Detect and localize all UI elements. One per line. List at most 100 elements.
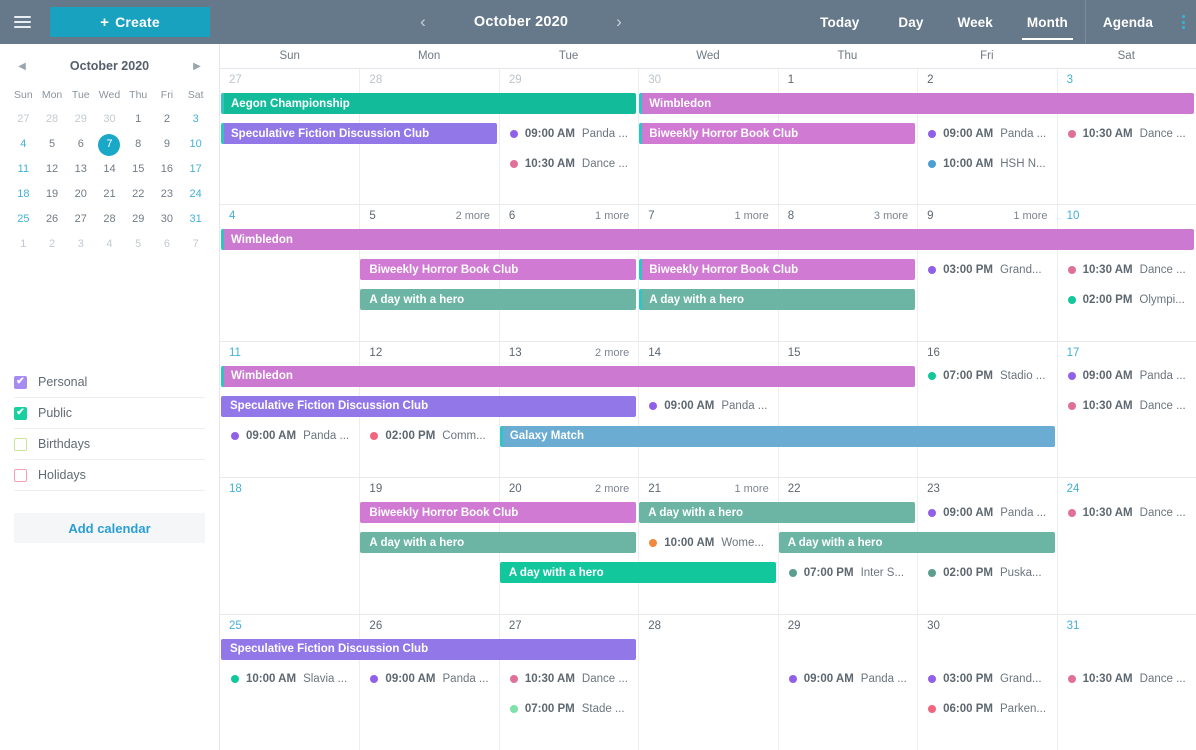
day-header-cell[interactable]: 14 — [638, 341, 777, 364]
hamburger-menu-icon[interactable] — [0, 0, 44, 44]
mini-day[interactable]: 2 — [153, 107, 182, 132]
all-day-event-bar[interactable]: A day with a hero — [499, 562, 776, 584]
mini-day[interactable]: 15 — [124, 157, 153, 182]
day-header-cell[interactable]: 16 — [917, 341, 1056, 364]
more-events-link[interactable]: 1 more — [734, 210, 768, 222]
day-header-cell[interactable]: 30 — [917, 614, 1056, 637]
day-header-cell[interactable]: 28 — [359, 69, 498, 91]
timed-event[interactable]: 09:00 AM Panda ... — [367, 669, 492, 690]
mini-day-selected[interactable]: 7 — [95, 132, 124, 157]
mini-day[interactable]: 4 — [9, 132, 38, 157]
day-header-cell[interactable]: 7 1 more — [638, 205, 777, 228]
day-header-cell[interactable]: 20 2 more — [498, 478, 638, 501]
more-events-link[interactable]: 2 more — [595, 483, 629, 495]
timed-event[interactable]: 03:00 PM Grand... — [925, 669, 1050, 690]
mini-day[interactable]: 29 — [124, 207, 153, 232]
all-day-event-bar[interactable]: A day with a hero — [639, 289, 916, 311]
more-events-link[interactable]: 2 more — [456, 210, 490, 222]
day-header-cell[interactable]: 28 — [638, 614, 777, 637]
mini-day[interactable]: 26 — [38, 207, 67, 232]
mini-day[interactable]: 5 — [38, 132, 67, 157]
timed-event[interactable]: 09:00 AM Panda ... — [786, 669, 911, 690]
mini-prev-month-icon[interactable]: ◀ — [14, 61, 30, 72]
all-day-event-bar[interactable]: Biweekly Horror Book Club — [639, 123, 916, 144]
mini-day[interactable]: 27 — [9, 107, 38, 132]
day-header-cell[interactable]: 29 — [777, 614, 917, 637]
mini-day[interactable]: 30 — [95, 107, 124, 132]
day-cell[interactable] — [777, 636, 917, 750]
calendar-checkbox-holidays[interactable] — [14, 468, 27, 482]
calendar-item-birthdays[interactable]: Birthdays — [14, 429, 205, 460]
mini-day[interactable]: 4 — [95, 232, 124, 257]
calendar-item-personal[interactable]: ✔ Personal — [14, 367, 205, 398]
day-header-cell[interactable]: 22 — [777, 478, 917, 501]
more-events-link[interactable]: 1 more — [734, 483, 768, 495]
day-header-cell[interactable]: 18 — [220, 478, 359, 500]
timed-event[interactable]: 07:00 PM Stade ... — [507, 699, 632, 720]
day-header-cell[interactable]: 31 — [1056, 614, 1196, 637]
mini-day[interactable]: 18 — [9, 182, 38, 207]
mini-day[interactable]: 19 — [38, 182, 67, 207]
mini-day[interactable]: 12 — [38, 157, 67, 182]
tab-day[interactable]: Day — [881, 0, 940, 44]
mini-day[interactable]: 24 — [181, 182, 210, 207]
all-day-event-bar[interactable]: A day with a hero — [778, 532, 1055, 554]
mini-next-month-icon[interactable]: ▶ — [189, 61, 205, 72]
mini-day[interactable]: 11 — [9, 157, 38, 182]
timed-event[interactable]: 09:00 AM Panda ... — [646, 396, 771, 417]
timed-event[interactable]: 06:00 PM Parken... — [925, 699, 1050, 720]
timed-event[interactable]: 10:00 AM Slavia ... — [228, 669, 353, 690]
tab-month[interactable]: Month — [1010, 0, 1085, 44]
mini-day[interactable]: 20 — [66, 182, 95, 207]
more-vertical-icon[interactable] — [1170, 0, 1196, 44]
mini-day[interactable]: 28 — [95, 207, 124, 232]
mini-day[interactable]: 27 — [66, 207, 95, 232]
all-day-event-bar[interactable]: Biweekly Horror Book Club — [360, 502, 637, 524]
timed-event[interactable]: 03:00 PM Grand... — [925, 259, 1050, 280]
timed-event[interactable]: 09:00 AM Panda ... — [228, 426, 353, 447]
day-header-cell[interactable]: 12 — [359, 341, 498, 364]
mini-day[interactable]: 23 — [153, 182, 182, 207]
day-header-cell[interactable]: 9 1 more — [917, 205, 1056, 228]
day-header-cell[interactable]: 2 — [917, 69, 1056, 91]
day-header-cell[interactable]: 11 — [220, 342, 359, 364]
mini-day[interactable]: 29 — [66, 107, 95, 132]
day-header-cell[interactable]: 8 3 more — [777, 205, 917, 228]
mini-day[interactable]: 21 — [95, 182, 124, 207]
create-button[interactable]: + Create — [50, 7, 210, 37]
calendar-item-public[interactable]: ✔ Public — [14, 398, 205, 429]
timed-event[interactable]: 10:30 AM Dance ... — [1065, 669, 1190, 690]
mini-day[interactable]: 10 — [181, 132, 210, 157]
all-day-event-bar[interactable]: Speculative Fiction Discussion Club — [221, 395, 637, 417]
timed-event[interactable]: 10:30 AM Dance ... — [1065, 396, 1190, 417]
all-day-event-bar[interactable]: Wimbledon — [639, 93, 1194, 114]
tab-week[interactable]: Week — [940, 0, 1009, 44]
mini-day[interactable]: 6 — [66, 132, 95, 157]
all-day-event-bar[interactable]: A day with a hero — [360, 532, 637, 554]
timed-event[interactable]: 10:00 AM Wome... — [646, 532, 771, 553]
timed-event[interactable]: 10:30 AM Dance ... — [507, 669, 632, 690]
mini-day[interactable]: 3 — [66, 232, 95, 257]
all-day-event-bar[interactable]: Wimbledon — [221, 365, 916, 387]
day-cell[interactable] — [638, 636, 777, 750]
mini-day[interactable]: 9 — [153, 132, 182, 157]
more-events-link[interactable]: 1 more — [1013, 210, 1047, 222]
mini-day[interactable]: 22 — [124, 182, 153, 207]
prev-period-button[interactable]: ‹ — [400, 0, 446, 44]
day-header-cell[interactable]: 21 1 more — [638, 478, 777, 501]
timed-event[interactable]: 02:00 PM Olympi... — [1065, 289, 1190, 310]
mini-day[interactable]: 30 — [153, 207, 182, 232]
tab-agenda[interactable]: Agenda — [1084, 0, 1170, 44]
day-header-cell[interactable]: 29 — [498, 69, 638, 91]
mini-day[interactable]: 17 — [181, 157, 210, 182]
day-cell[interactable] — [220, 500, 359, 613]
calendar-checkbox-public[interactable]: ✔ — [14, 406, 27, 420]
all-day-event-bar[interactable]: A day with a hero — [639, 502, 916, 524]
day-header-cell[interactable]: 27 — [498, 614, 638, 637]
mini-day[interactable]: 3 — [181, 107, 210, 132]
timed-event[interactable]: 10:00 AM HSH N... — [925, 153, 1050, 174]
mini-day[interactable]: 25 — [9, 207, 38, 232]
mini-day[interactable]: 7 — [181, 232, 210, 257]
all-day-event-bar[interactable]: A day with a hero — [360, 289, 637, 311]
mini-day[interactable]: 16 — [153, 157, 182, 182]
